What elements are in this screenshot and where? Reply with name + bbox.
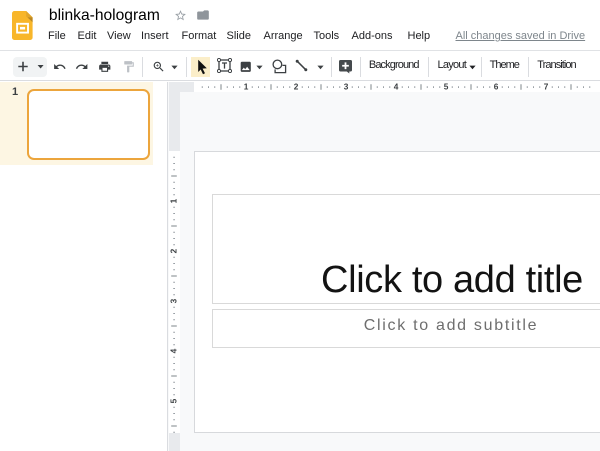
svg-text:5: 5: [443, 82, 448, 92]
svg-text:4: 4: [393, 82, 398, 92]
svg-text:3: 3: [169, 298, 178, 303]
svg-text:3: 3: [343, 82, 348, 92]
svg-text:2: 2: [169, 248, 178, 253]
svg-text:7: 7: [543, 82, 548, 92]
svg-text:1: 1: [243, 82, 248, 92]
svg-text:6: 6: [493, 82, 498, 92]
svg-text:2: 2: [293, 82, 298, 92]
svg-text:5: 5: [169, 398, 178, 403]
svg-text:1: 1: [169, 198, 178, 203]
svg-text:4: 4: [169, 348, 178, 353]
